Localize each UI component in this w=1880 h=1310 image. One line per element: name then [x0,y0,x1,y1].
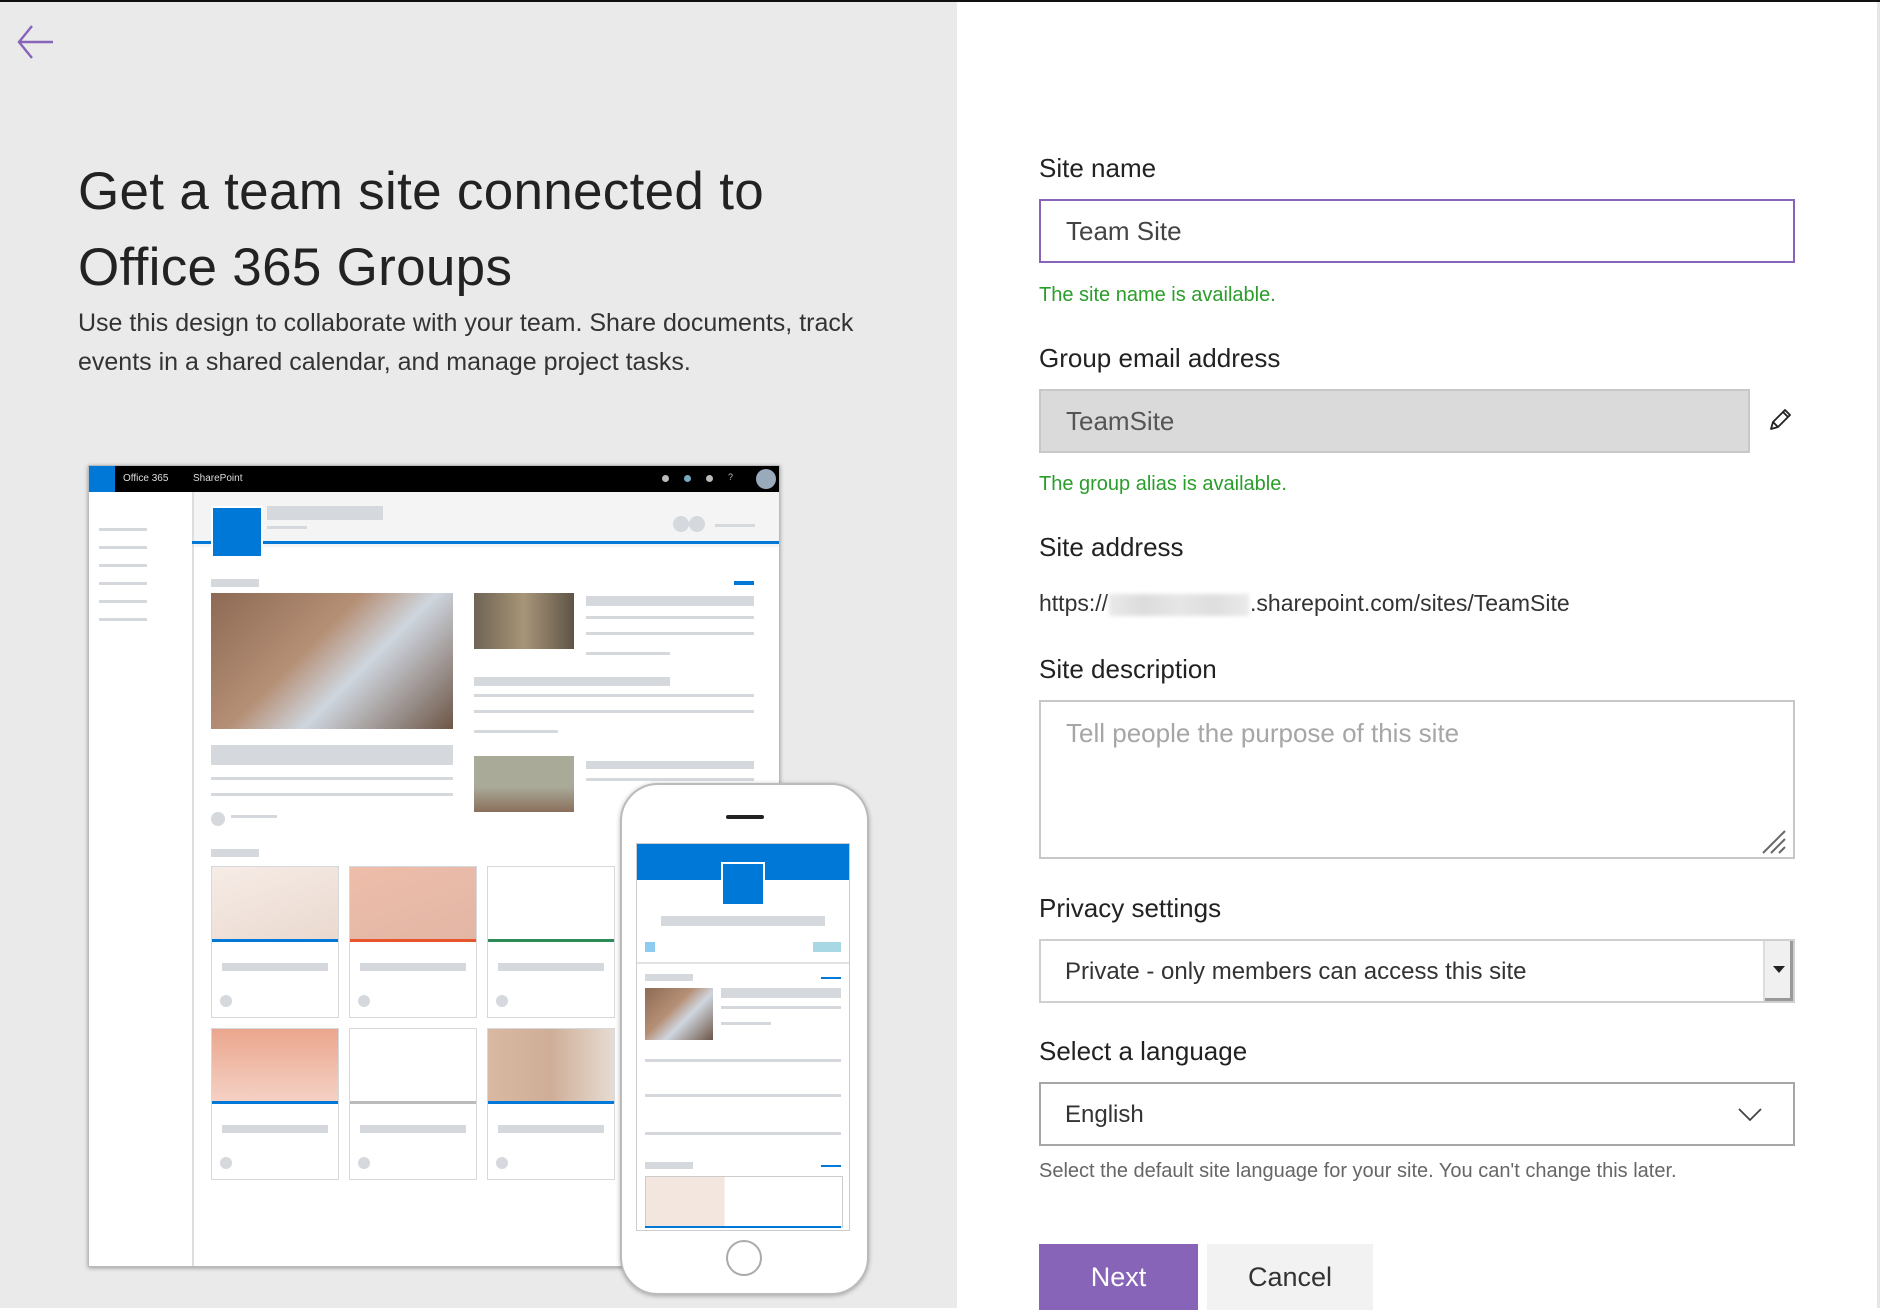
language-selected-value: English [1065,1101,1144,1128]
cancel-button[interactable]: Cancel [1207,1244,1373,1310]
next-button[interactable]: Next [1039,1244,1198,1310]
language-hint: Select the default site language for you… [1039,1160,1677,1182]
sync-icon [684,475,691,482]
group-email-label: Group email address [1039,343,1281,373]
preview-card [487,866,615,1018]
preview-nav [89,492,194,1266]
privacy-label: Privacy settings [1039,893,1222,923]
preview-card [211,866,339,1018]
left-panel: Get a team site connected to Office 365 … [0,2,957,1308]
preview-card [211,1028,339,1180]
preview-card [487,1028,615,1180]
site-address-suffix: .sharepoint.com/sites/TeamSite [1250,590,1570,616]
edit-email-button[interactable] [1766,406,1794,434]
language-select[interactable]: English [1039,1082,1795,1146]
preview-news-image [474,593,574,649]
group-alias-status: The group alias is available. [1039,473,1287,495]
language-label: Select a language [1039,1036,1248,1066]
avatar [756,469,776,489]
site-description-label: Site description [1039,654,1217,684]
privacy-selected-value: Private - only members can access this s… [1065,958,1527,985]
site-name-label: Site name [1039,153,1157,183]
help-icon: ? [728,472,734,482]
caret-down-icon [1773,966,1785,973]
dropdown-arrow-button[interactable] [1763,941,1793,1001]
gear-icon [706,475,713,482]
mobile-preview [620,783,869,1295]
site-address-value: https:// .sharepoint.com/sites/TeamSite [1039,590,1570,617]
page-title: Get a team site connected to Office 365 … [78,162,765,297]
site-name-status: The site name is available. [1039,284,1276,306]
site-address-label: Site address [1039,532,1184,562]
chevron-down-icon [1738,1108,1762,1122]
preview-card [349,866,477,1018]
suite-product-name: SharePoint [193,473,243,484]
suite-bar: Office 365 SharePoint ? [89,466,779,492]
notification-icon [662,475,669,482]
site-preview-illustration: Office 365 SharePoint ? [88,465,869,1295]
back-button[interactable] [16,20,60,64]
waffle-icon [89,466,115,492]
group-email-input[interactable] [1039,389,1750,453]
arrow-left-icon [17,25,53,59]
privacy-select[interactable]: Private - only members can access this s… [1039,939,1795,1003]
site-name-input[interactable] [1039,199,1795,263]
site-description-textarea[interactable] [1039,700,1795,859]
redacted-tenant [1109,593,1250,616]
site-address-prefix: https:// [1039,590,1109,616]
preview-hero-image [211,593,453,729]
preview-card [349,1028,477,1180]
suite-app-name: Office 365 [123,473,169,484]
preview-news-image-2 [474,756,574,812]
page-description: Use this design to collaborate with your… [78,309,854,376]
home-button-graphic [726,1240,762,1276]
pencil-icon [1770,409,1791,430]
